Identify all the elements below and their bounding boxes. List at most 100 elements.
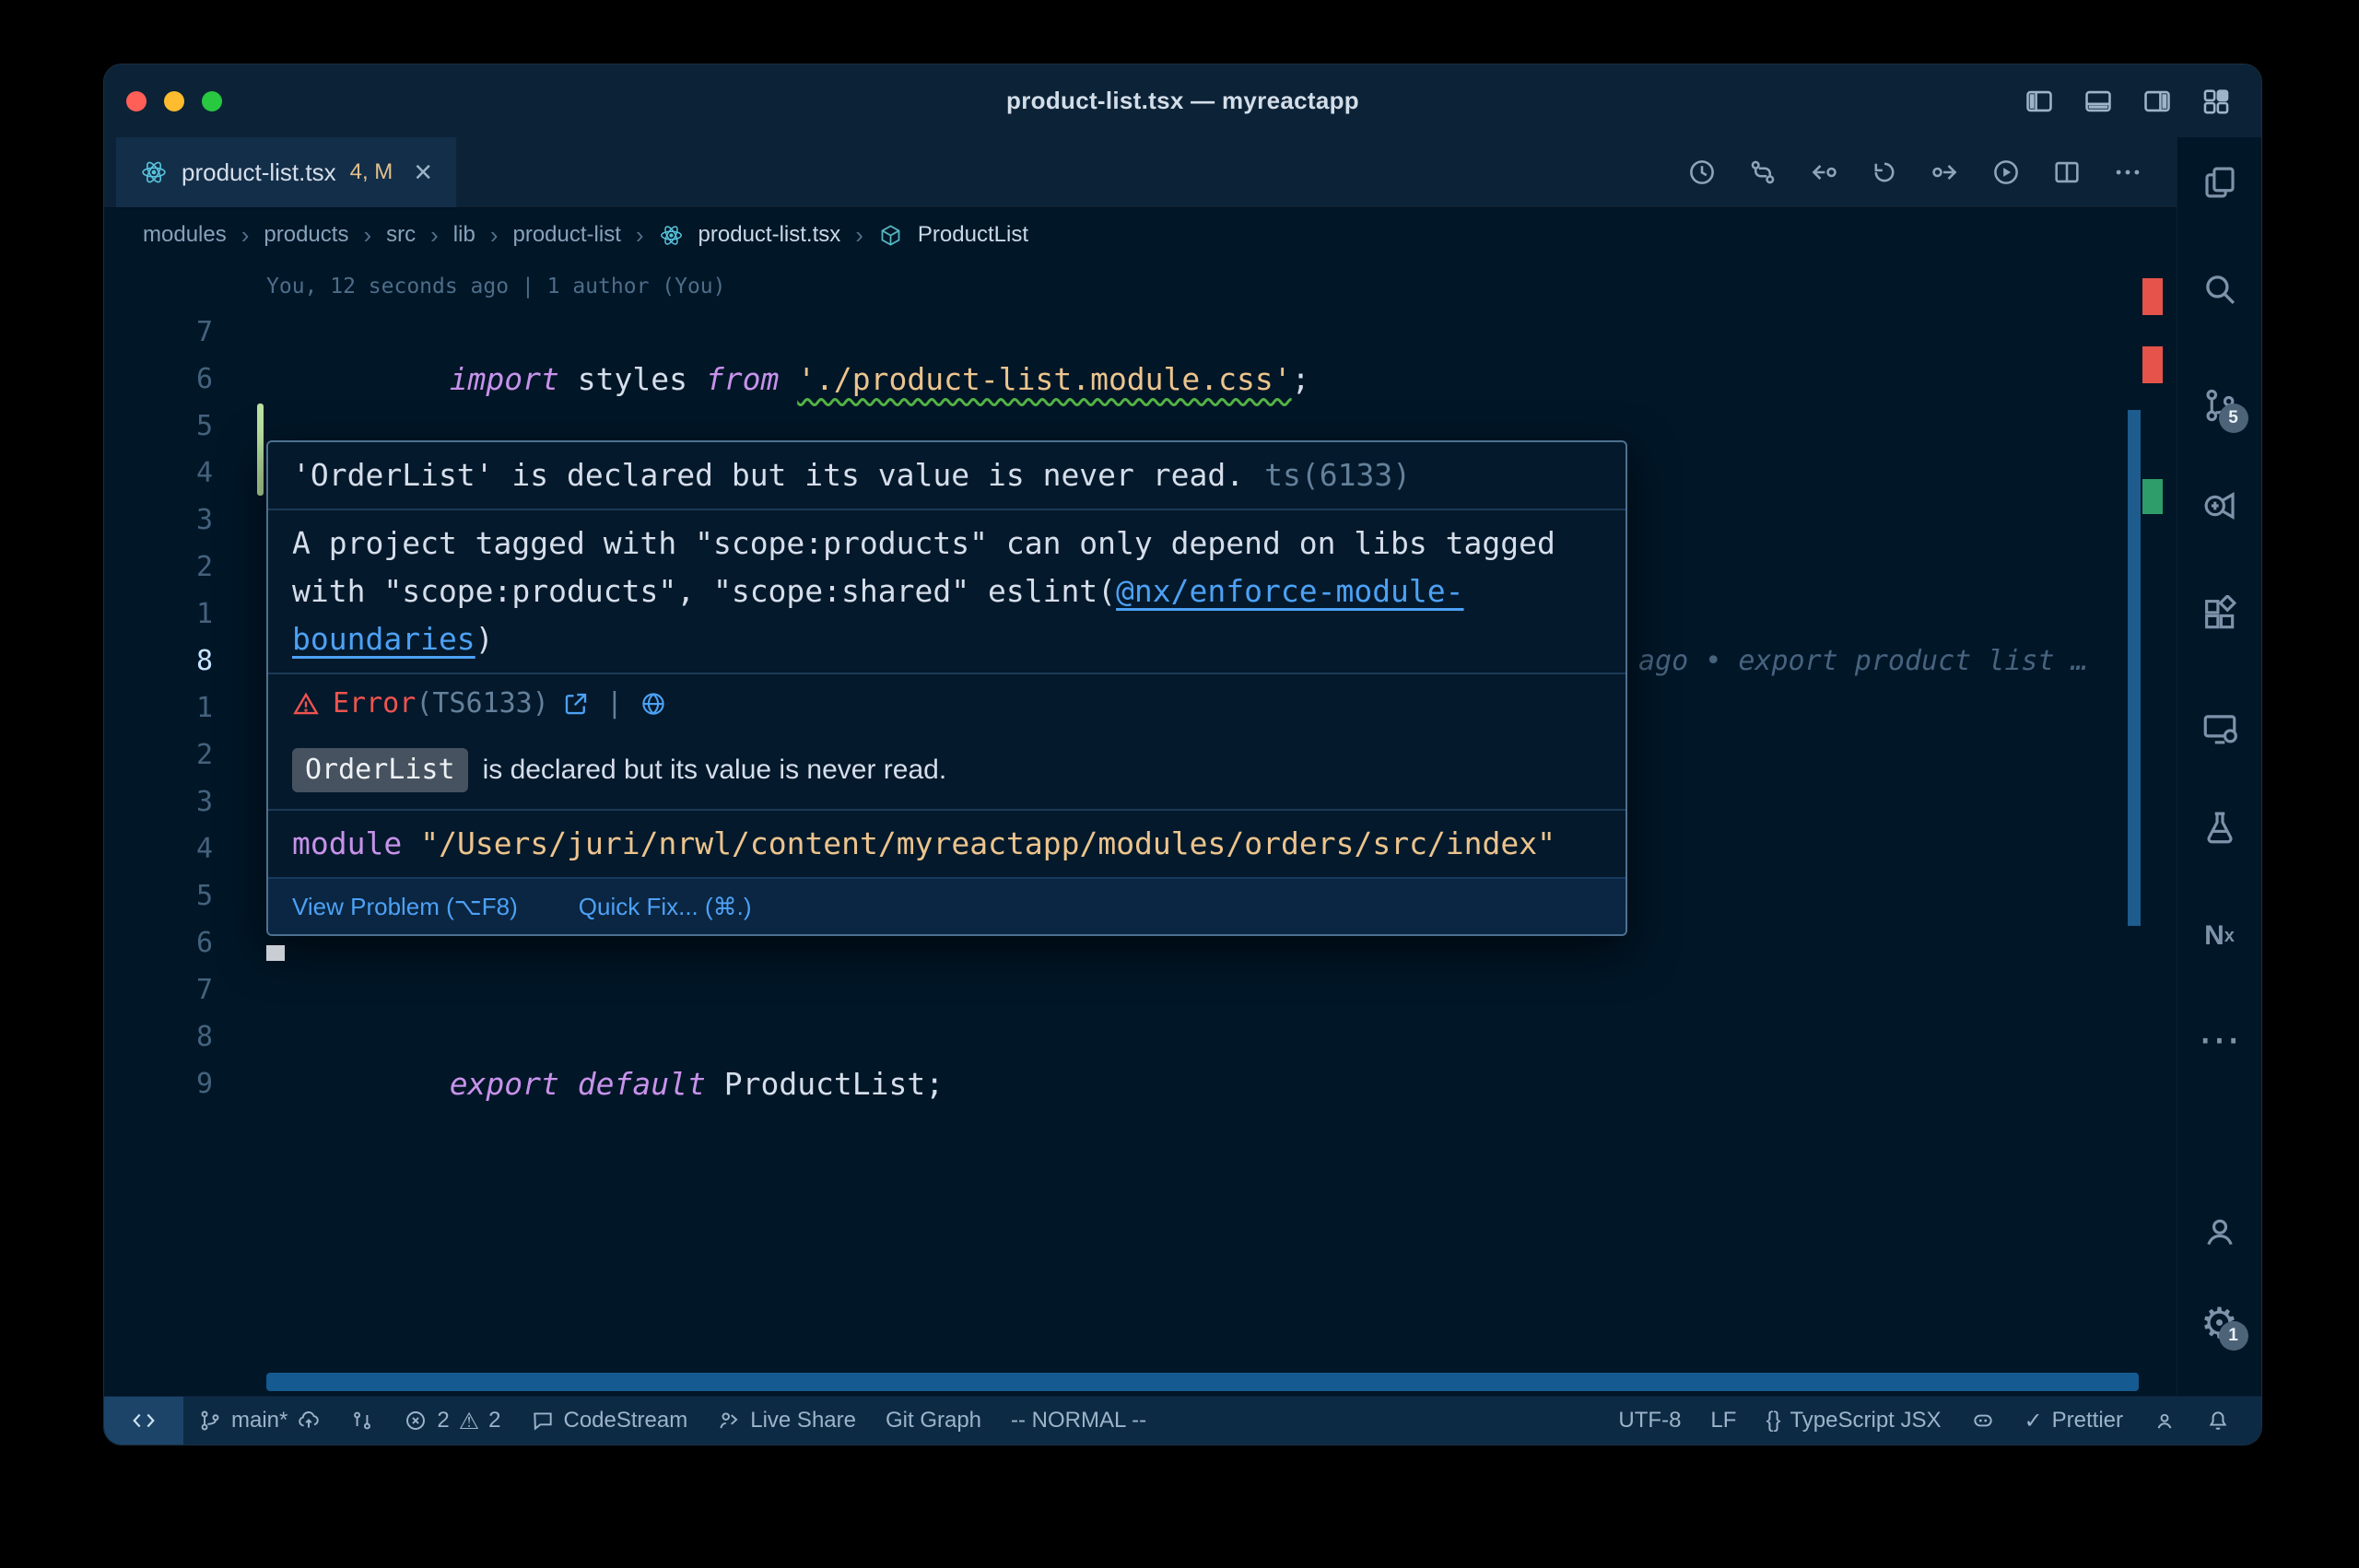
toggle-panel-icon[interactable] (2083, 86, 2114, 117)
timeline-icon[interactable] (1686, 157, 1718, 188)
remote-indicator-icon (132, 1409, 156, 1433)
line-number[interactable]: 8 (104, 1013, 266, 1060)
customize-layout-icon[interactable] (2201, 86, 2232, 117)
line-number[interactable]: 5 (104, 872, 266, 919)
extensions-icon[interactable] (2197, 592, 2243, 637)
chip-message: is declared but its value is never read. (483, 749, 947, 791)
error-label: Error (333, 687, 416, 720)
run-debug-icon[interactable] (2197, 484, 2243, 528)
module-path: "/Users/juri/nrwl/content/myreactapp/mod… (420, 825, 1555, 861)
line-number[interactable]: 1 (104, 591, 266, 638)
code-editor[interactable]: 7 6 5 4 3 2 1 8 1 2 3 4 5 6 7 8 9 (104, 262, 2177, 1396)
previous-change-icon[interactable] (1808, 157, 1839, 188)
search-icon[interactable] (2197, 267, 2243, 311)
nx-console-icon[interactable]: Nx (2197, 914, 2243, 958)
breadcrumb-item-modules[interactable]: modules (143, 222, 227, 248)
line-number[interactable]: 4 (104, 825, 266, 872)
vim-mode-item[interactable]: -- NORMAL -- (996, 1397, 1161, 1445)
breadcrumb-item-lib[interactable]: lib (453, 222, 475, 248)
next-change-icon[interactable] (1930, 157, 1961, 188)
open-changes-icon[interactable] (1747, 157, 1778, 188)
keyword-import: import (450, 361, 578, 397)
copilot-item[interactable] (1956, 1397, 2010, 1445)
remote-indicator[interactable] (104, 1397, 183, 1445)
explorer-icon[interactable] (2197, 160, 2243, 205)
toggle-primary-sidebar-icon[interactable] (2024, 86, 2055, 117)
breadcrumb-item-products[interactable]: products (264, 222, 348, 248)
vertical-scrollbar-thumb[interactable] (2128, 410, 2141, 926)
eol-item[interactable]: LF (1696, 1397, 1751, 1445)
line-number[interactable]: 7 (104, 966, 266, 1013)
traffic-lights (126, 64, 222, 137)
problems-item[interactable]: 2 ⚠ 2 (389, 1397, 515, 1445)
breadcrumb-item-src[interactable]: src (386, 222, 416, 248)
close-window-button[interactable] (126, 91, 147, 111)
globe-icon[interactable] (640, 690, 667, 718)
gitlens-inline-blame: ago • export product list … (1638, 638, 2143, 685)
line-number[interactable]: 2 (104, 544, 266, 591)
code-line-import-styles[interactable]: import styles from './product-list.modul… (266, 309, 1310, 356)
title-bar: product-list.tsx — myreactapp (104, 64, 2261, 137)
encoding-item[interactable]: UTF-8 (1603, 1397, 1696, 1445)
restore-icon[interactable] (1869, 157, 1900, 188)
breadcrumb-item-file[interactable]: product-list.tsx (698, 222, 841, 248)
notifications-item[interactable] (2191, 1397, 2245, 1445)
git-graph-item[interactable]: Git Graph (871, 1397, 996, 1445)
external-link-icon[interactable] (562, 690, 590, 718)
more-views-icon[interactable]: ⋯ (2197, 1017, 2243, 1061)
source-control-icon[interactable]: 5 (2197, 383, 2243, 427)
prettier-item[interactable]: ✓ Prettier (2010, 1397, 2138, 1445)
overview-ruler-error-mark (2142, 346, 2163, 383)
quick-fix-action[interactable]: Quick Fix... (⌘.) (579, 890, 752, 923)
breadcrumb-separator: › (241, 221, 250, 250)
account-icon[interactable] (2197, 1210, 2243, 1254)
codestream-icon (531, 1409, 555, 1433)
view-problem-action[interactable]: View Problem (⌥F8) (292, 890, 518, 923)
language-mode-item[interactable]: {} TypeScript JSX (1751, 1397, 1955, 1445)
live-share-icon (717, 1409, 741, 1433)
code-line-export-default[interactable]: export default ProductList; (266, 1013, 944, 1060)
editor-toolbar (1686, 137, 2177, 207)
more-actions-icon[interactable] (2112, 157, 2143, 188)
tab-product-list[interactable]: product-list.tsx 4, M × (116, 137, 456, 207)
line-number[interactable]: 6 (104, 919, 266, 966)
git-branch-item[interactable]: main* (183, 1397, 335, 1445)
brackets-icon: {} (1766, 1408, 1780, 1433)
cloud-upload-icon (297, 1409, 321, 1433)
line-number[interactable]: 3 (104, 497, 266, 544)
breadcrumb-separator: › (855, 221, 863, 250)
zoom-window-button[interactable] (202, 91, 222, 111)
compare-changes-item[interactable] (335, 1397, 389, 1445)
feedback-item[interactable] (2138, 1397, 2191, 1445)
live-share-item[interactable]: Live Share (702, 1397, 871, 1445)
close-icon[interactable]: × (414, 157, 432, 188)
codestream-item[interactable]: CodeStream (516, 1397, 703, 1445)
line-number[interactable]: 3 (104, 778, 266, 825)
breadcrumb-item-symbol[interactable]: ProductList (918, 222, 1028, 248)
toggle-secondary-sidebar-icon[interactable] (2142, 86, 2173, 117)
nx-sub: x (2224, 914, 2235, 958)
compare-changes-icon (350, 1409, 374, 1433)
line-number[interactable]: 6 (104, 356, 266, 403)
line-number[interactable]: 7 (104, 309, 266, 356)
live-share-label: Live Share (750, 1408, 856, 1433)
current-line-number[interactable]: 8 (104, 638, 266, 685)
horizontal-scrollbar-thumb[interactable] (266, 1373, 2139, 1391)
gitlens-authors-lens[interactable]: You, 12 seconds ago | 1 author (You) (266, 265, 726, 309)
line-number[interactable]: 5 (104, 403, 266, 450)
line-number[interactable]: 2 (104, 731, 266, 778)
run-icon[interactable] (1990, 157, 2022, 188)
keyword-from: from (706, 361, 797, 397)
breadcrumb-item-product-list[interactable]: product-list (512, 222, 620, 248)
keyword-default: default (578, 1066, 724, 1102)
line-number[interactable]: 9 (104, 1060, 266, 1107)
hover-resize-grip[interactable] (266, 945, 285, 961)
test-beaker-icon[interactable] (2197, 805, 2243, 849)
settings-gear-icon[interactable]: ⚙ 1 (2197, 1301, 2243, 1345)
line-number[interactable]: 1 (104, 685, 266, 731)
warning-count: 2 (488, 1408, 500, 1433)
remote-explorer-icon[interactable] (2197, 707, 2243, 751)
line-number[interactable]: 4 (104, 450, 266, 497)
split-editor-icon[interactable] (2051, 157, 2083, 188)
minimize-window-button[interactable] (164, 91, 184, 111)
